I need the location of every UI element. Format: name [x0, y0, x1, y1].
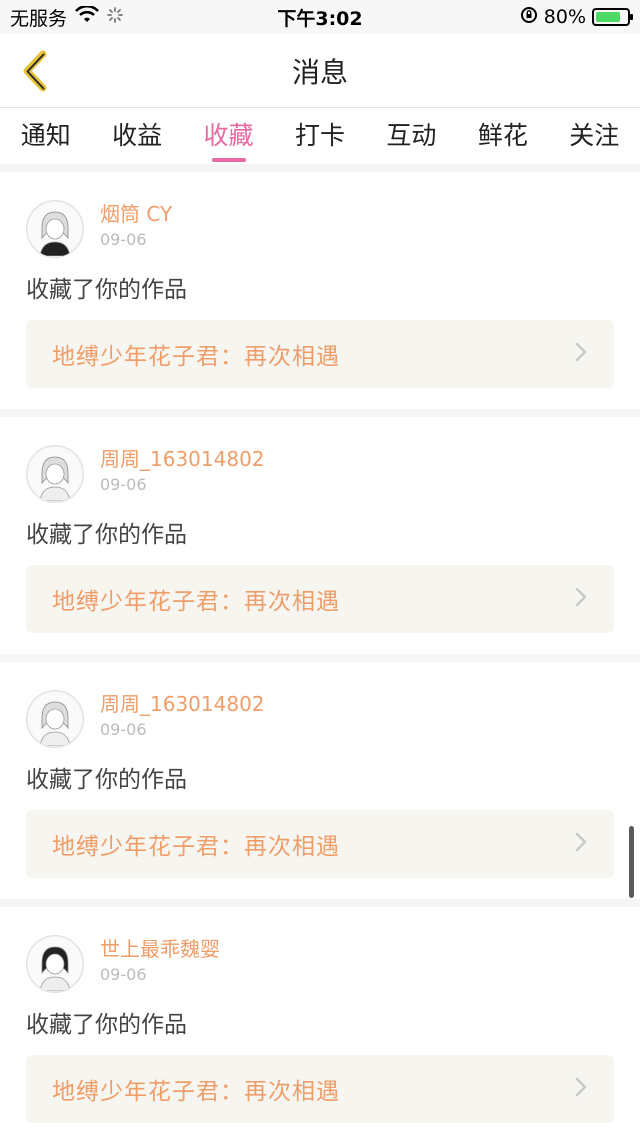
message-date: 09-06 [100, 965, 147, 984]
avatar[interactable] [26, 200, 84, 258]
user-meta: 烟筒 CY 09-06 [100, 200, 172, 249]
user-row: 烟筒 CY 09-06 [26, 200, 614, 268]
username[interactable]: 周周_163014802 [100, 692, 265, 716]
message-card: 周周_163014802 09-06 收藏了你的作品地缚少年花子君：再次相遇 [0, 662, 640, 899]
carrier-label: 无服务 [10, 7, 68, 30]
work-title: 地缚少年花子君：再次相遇 [52, 1079, 340, 1105]
action-text: 收藏了你的作品 [26, 767, 187, 793]
status-left: 无服务 [10, 4, 123, 31]
work-link[interactable]: 地缚少年花子君：再次相遇 [26, 320, 614, 388]
wifi-icon [75, 4, 99, 29]
user-row: 周周_163014802 09-06 [26, 690, 614, 758]
user-meta: 周周_163014802 09-06 [100, 690, 265, 739]
username[interactable]: 世上最乖魏婴 [100, 937, 220, 961]
tab-bar: 通知 收益 收藏 打卡 互动 鲜花 关注 [0, 108, 640, 164]
user-meta: 周周_163014802 09-06 [100, 445, 265, 494]
tab-follow[interactable]: 关注 [569, 116, 619, 160]
work-title: 地缚少年花子君：再次相遇 [52, 834, 340, 860]
user-meta: 世上最乖魏婴 09-06 [100, 935, 220, 984]
work-title: 地缚少年花子君：再次相遇 [52, 589, 340, 615]
scrollbar[interactable] [629, 826, 634, 898]
battery-percent: 80% [543, 6, 586, 28]
chevron-right-icon [572, 831, 590, 857]
action-text: 收藏了你的作品 [26, 1012, 187, 1038]
tab-interact[interactable]: 互动 [386, 116, 436, 160]
avatar[interactable] [26, 935, 84, 993]
avatar[interactable] [26, 445, 84, 503]
chevron-right-icon [572, 1076, 590, 1102]
tab-flowers[interactable]: 鲜花 [478, 116, 528, 160]
message-date: 09-06 [100, 230, 147, 249]
message-card: 世上最乖魏婴 09-06 收藏了你的作品地缚少年花子君：再次相遇 [0, 907, 640, 1139]
action-text: 收藏了你的作品 [26, 522, 187, 548]
user-row: 周周_163014802 09-06 [26, 445, 614, 513]
status-right: 80% [520, 6, 633, 29]
back-button[interactable] [14, 48, 54, 94]
back-arrow-icon [23, 50, 47, 92]
tab-checkin[interactable]: 打卡 [295, 116, 345, 160]
work-link[interactable]: 地缚少年花子君：再次相遇 [26, 810, 614, 878]
status-bar: 无服务 下午3:02 80% [0, 0, 640, 34]
tab-notice[interactable]: 通知 [21, 116, 71, 160]
username[interactable]: 周周_163014802 [100, 447, 265, 471]
avatar[interactable] [26, 690, 84, 748]
tab-favorites[interactable]: 收藏 [204, 116, 254, 162]
user-row: 世上最乖魏婴 09-06 [26, 935, 614, 1003]
work-link[interactable]: 地缚少年花子君：再次相遇 [26, 565, 614, 633]
loading-spinner-icon [107, 6, 123, 28]
nav-bar: 消息 [0, 34, 640, 108]
message-list: 烟筒 CY 09-06 收藏了你的作品 地缚少年花子君：再次相遇 周周_16301480… [0, 164, 640, 1139]
tab-earnings[interactable]: 收益 [112, 116, 162, 160]
work-link[interactable]: 地缚少年花子君：再次相遇 [26, 1055, 614, 1123]
message-date: 09-06 [100, 475, 147, 494]
chevron-right-icon [572, 341, 590, 367]
orientation-lock-icon [520, 6, 538, 29]
message-card: 周周_163014802 09-06 收藏了你的作品地缚少年花子君：再次相遇 [0, 417, 640, 654]
username[interactable]: 烟筒 CY [100, 202, 172, 226]
action-text: 收藏了你的作品 [26, 277, 187, 303]
page-title: 消息 [291, 55, 348, 89]
message-date: 09-06 [100, 720, 147, 739]
message-card: 烟筒 CY 09-06 收藏了你的作品地缚少年花子君：再次相遇 [0, 172, 640, 409]
work-title: 地缚少年花子君：再次相遇 [52, 344, 340, 370]
battery-icon [592, 8, 633, 26]
chevron-right-icon [572, 586, 590, 612]
battery-fill [596, 12, 620, 22]
